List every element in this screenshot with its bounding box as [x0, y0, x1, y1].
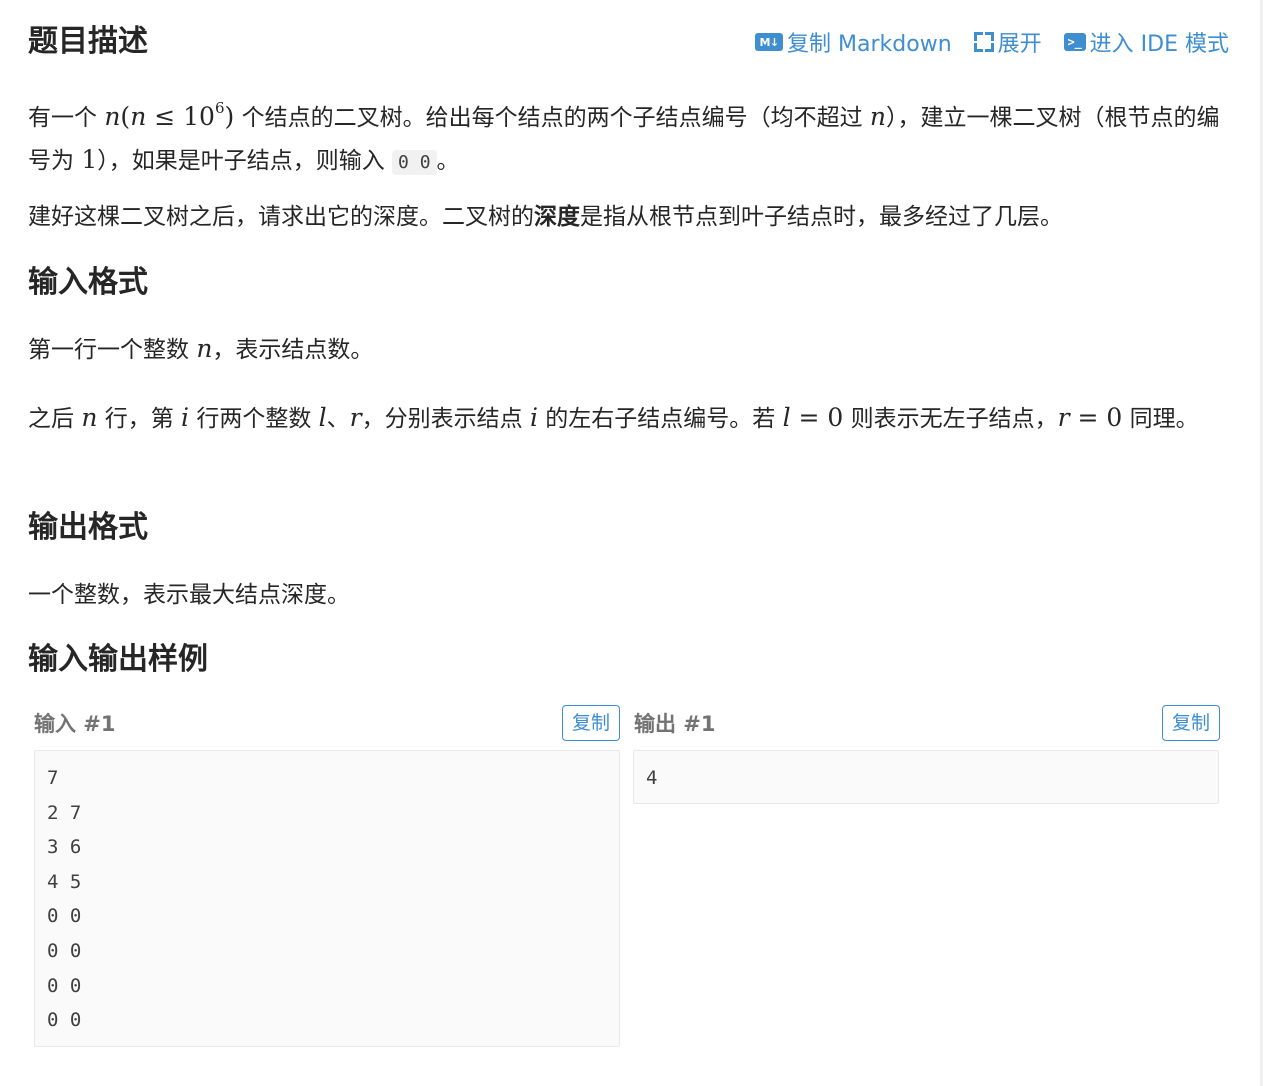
output-format-paragraph-1: 一个整数，表示最大结点深度。 — [28, 582, 350, 608]
copy-input-button[interactable]: 复制 — [561, 705, 620, 741]
input-format-paragraph-1: 第一行一个整数 n，表示结点数。 — [28, 334, 374, 363]
description-paragraph-2: 建好这棵二叉树之后，请求出它的深度。二叉树的深度是指从根节点到叶子结点时，最多经… — [28, 204, 1063, 230]
section-title-output-format: 输出格式 — [28, 510, 148, 545]
sample-input-header: 输入 #1 复制 — [34, 704, 620, 742]
output-format-p1-wrap: 一个整数，表示最大结点深度。 — [28, 574, 1228, 616]
input-format-paragraph-2: 之后 n 行，第 i 行两个整数 l、r，分别表示结点 i 的左右子结点编号。若… — [28, 403, 1199, 432]
description-paragraph-1-wrap: 有一个 n(n ≤ 106) 个结点的二叉树。给出每个结点的两个子结点编号（均不… — [28, 87, 1228, 184]
description-paragraph-1: 有一个 n(n ≤ 106) 个结点的二叉树。给出每个结点的两个子结点编号（均不… — [28, 99, 1220, 175]
section-title-samples: 输入输出样例 — [28, 642, 208, 677]
description-paragraph-2-wrap: 建好这棵二叉树之后，请求出它的深度。二叉树的深度是指从根节点到叶子结点时，最多经… — [28, 196, 1228, 238]
header-actions: M↓ 复制 Markdown 展开 >_ 进入 IDE 模式 — [755, 26, 1229, 58]
sample-output-header: 输出 #1 复制 — [634, 704, 1220, 742]
expand-icon — [973, 32, 994, 52]
copy-markdown-label: 复制 Markdown — [787, 32, 952, 57]
input-format-p2-wrap: 之后 n 行，第 i 行两个整数 l、r，分别表示结点 i 的左右子结点编号。若… — [28, 397, 1228, 440]
sample-input-label: 输入 #1 — [34, 712, 116, 736]
terminal-icon: >_ — [1063, 33, 1086, 51]
expand-button[interactable]: 展开 — [973, 26, 1042, 58]
input-format-p1-wrap: 第一行一个整数 n，表示结点数。 — [28, 328, 1228, 371]
problem-page: 题目描述 M↓ 复制 Markdown 展开 >_ 进入 IDE 模式 有一个 … — [0, 0, 1263, 1086]
markdown-icon: M↓ — [755, 33, 784, 51]
problem-header: 题目描述 M↓ 复制 Markdown 展开 >_ 进入 IDE 模式 — [28, 22, 1229, 62]
section-title-description: 题目描述 — [28, 24, 148, 59]
output-format-title-wrap: 输出格式 — [28, 508, 1228, 548]
copy-output-button[interactable]: 复制 — [1161, 705, 1220, 741]
ide-mode-button[interactable]: >_ 进入 IDE 模式 — [1063, 26, 1229, 58]
expand-label: 展开 — [997, 32, 1042, 57]
input-format-title-wrap: 输入格式 — [28, 263, 1228, 303]
sample-output-code[interactable]: 4 — [633, 750, 1219, 804]
samples-title-wrap: 输入输出样例 — [28, 640, 1228, 680]
sample-output-label: 输出 #1 — [634, 712, 716, 736]
inline-code: 0 0 — [392, 150, 437, 175]
sample-input-code[interactable]: 7 2 7 3 6 4 5 0 0 0 0 0 0 0 0 — [34, 750, 620, 1047]
copy-markdown-button[interactable]: M↓ 复制 Markdown — [755, 26, 952, 58]
section-title-input-format: 输入格式 — [28, 265, 148, 300]
ide-mode-label: 进入 IDE 模式 — [1089, 32, 1229, 57]
